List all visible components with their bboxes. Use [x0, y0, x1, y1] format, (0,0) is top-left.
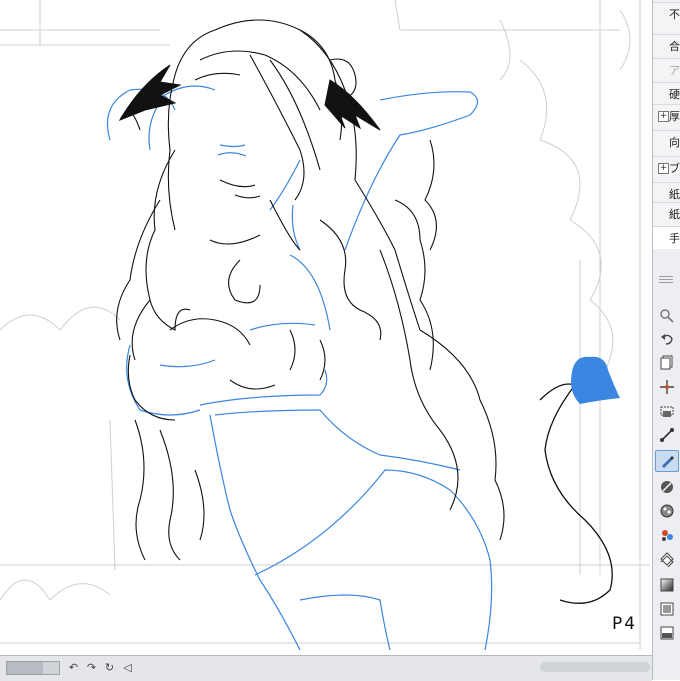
horn-decorations: [118, 64, 381, 131]
operation-icon[interactable]: [655, 424, 679, 446]
expand-icon[interactable]: +: [658, 111, 669, 122]
artwork-lineart: [0, 0, 650, 651]
fill-icon[interactable]: [655, 574, 679, 596]
panel-grip-icon[interactable]: [659, 276, 673, 284]
property-label: ブ: [669, 162, 680, 175]
drawing-canvas[interactable]: P4: [0, 0, 652, 655]
magnifier-icon[interactable]: [655, 305, 679, 327]
property-row[interactable]: 向: [653, 130, 680, 153]
tool-property-panel: 不 合 ア 硬 + 厚 向 + ブ 紙 紙 手: [653, 0, 680, 249]
property-label: 向: [669, 136, 680, 149]
zoom-slider-fill: [7, 662, 44, 674]
horizontal-scrollbar[interactable]: [540, 662, 650, 672]
pen-icon[interactable]: [655, 450, 679, 472]
decoration-icon[interactable]: [655, 524, 679, 546]
property-label: 紙: [669, 188, 680, 201]
property-label: 紙: [669, 208, 680, 221]
property-label: 硬: [669, 88, 680, 101]
rotate-right-icon[interactable]: ↷: [84, 660, 99, 675]
property-row[interactable]: 合: [653, 34, 680, 57]
undo-icon[interactable]: [655, 328, 679, 350]
property-row[interactable]: 手: [653, 226, 680, 249]
property-label: 不: [669, 8, 680, 21]
property-row[interactable]: 硬: [653, 82, 680, 105]
property-label: ア: [669, 64, 680, 77]
zoom-slider[interactable]: [6, 661, 60, 675]
brush-icon[interactable]: [655, 500, 679, 522]
property-row[interactable]: ア: [653, 58, 680, 81]
eraser-icon[interactable]: [655, 548, 679, 570]
expand-icon[interactable]: +: [658, 163, 669, 174]
tool-palette: [655, 300, 679, 650]
rotate-left-icon[interactable]: ↶: [66, 660, 81, 675]
right-side-panel: 不 合 ア 硬 + 厚 向 + ブ 紙 紙 手: [652, 0, 680, 680]
property-label: 合: [669, 40, 680, 53]
gradient-icon[interactable]: [655, 598, 679, 620]
figure-icon[interactable]: [655, 622, 679, 644]
canvas-status-bar: ↶ ↷ ↻ ◁: [0, 655, 652, 681]
layer-copy-icon[interactable]: [655, 351, 679, 373]
property-row[interactable]: 紙: [653, 202, 680, 225]
property-label: 手: [669, 232, 680, 245]
property-row[interactable]: + 厚: [653, 104, 680, 127]
property-row[interactable]: 不: [653, 2, 680, 25]
background-guide-shapes: [0, 0, 650, 650]
reset-rotation-icon[interactable]: ↻: [102, 660, 117, 675]
flip-horizontal-icon[interactable]: ◁: [120, 660, 135, 675]
property-row[interactable]: + ブ: [653, 156, 680, 179]
property-label: 厚: [669, 110, 680, 123]
move-layer-icon[interactable]: [655, 376, 679, 398]
lineart-layer: [116, 19, 505, 561]
select-icon[interactable]: [655, 400, 679, 422]
pencil-icon[interactable]: [655, 476, 679, 498]
page-label: P4: [612, 614, 638, 634]
